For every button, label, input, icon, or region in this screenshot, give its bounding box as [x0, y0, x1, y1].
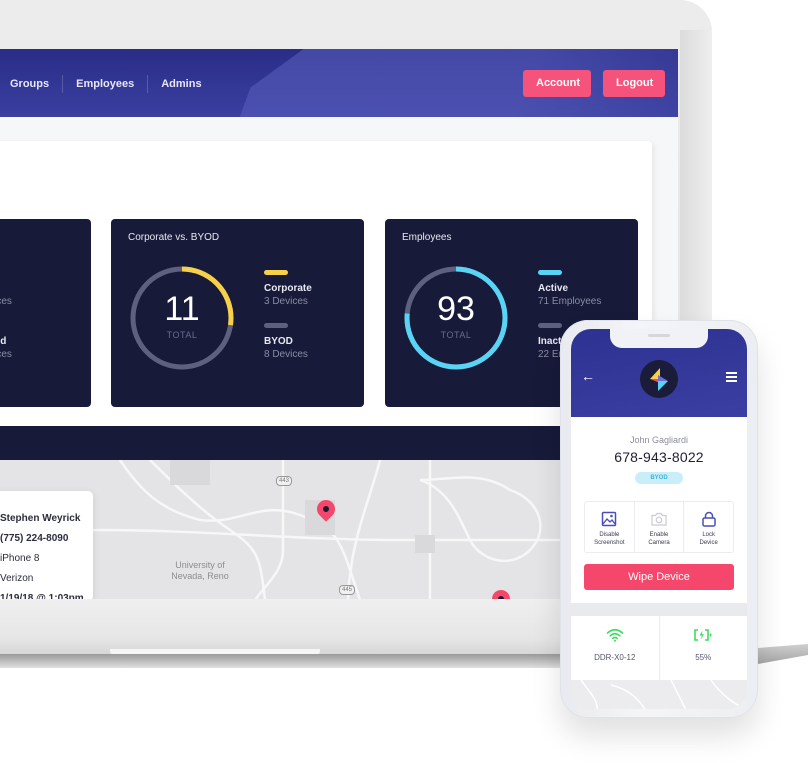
legend-item: iOS 3 Devices — [0, 270, 12, 309]
os-stat-card: iOS 3 Devices Android 8 Devices — [0, 219, 91, 407]
route-shield: 443 — [276, 476, 293, 486]
phone-mockup: ← John Gagliardi 678-943-8022 BYOD Disab… — [560, 320, 758, 718]
phone-user-name: John Gagliardi — [629, 435, 689, 445]
popup-device: iPhone 8 — [0, 553, 40, 564]
donut-total: 11 — [164, 290, 200, 328]
device-actions: Disable Screenshot Enable Camera Lock De… — [584, 501, 734, 553]
legend-swatch — [264, 323, 288, 328]
legend-swatch — [264, 270, 288, 275]
hamburger-menu-icon[interactable] — [726, 372, 737, 384]
donut-total-label: TOTAL — [440, 330, 472, 340]
network-name: DDR-X0-12 — [594, 653, 636, 662]
legend-value: 8 Devices — [0, 349, 12, 360]
account-button[interactable]: Account — [523, 70, 591, 97]
image-icon — [602, 511, 617, 527]
wipe-device-button[interactable]: Wipe Device — [584, 564, 734, 590]
battery-charging-icon — [694, 629, 712, 641]
legend-name: Android — [0, 336, 7, 347]
map-place-label: University of Nevada, Reno — [171, 560, 229, 581]
donut-total: 93 — [437, 290, 475, 328]
popup-carrier: Verizon — [0, 573, 34, 584]
legend-value: 3 Devices — [0, 296, 12, 307]
legend-item: Corporate 3 Devices — [264, 270, 312, 309]
phone-device-detail: John Gagliardi 678-943-8022 BYOD Disable… — [571, 417, 747, 603]
battery-status: 55% — [660, 616, 748, 680]
enable-camera-button[interactable]: Enable Camera — [635, 502, 685, 552]
donut-total-label: TOTAL — [166, 330, 198, 340]
nav-link-groups[interactable]: Groups — [10, 75, 64, 93]
top-navbar: Groups Employees Admins Account Logout — [0, 49, 678, 117]
phone-status-row: DDR-X0-12 55% — [571, 616, 747, 680]
mockup-stage: Groups Employees Admins Account Logout 4… — [0, 0, 808, 763]
action-label: Device — [699, 540, 718, 546]
phone-user-number: 678-943-8022 — [614, 449, 704, 465]
lock-icon — [701, 511, 716, 527]
legend-item: BYOD 8 Devices — [264, 323, 312, 362]
network-status: DDR-X0-12 — [571, 616, 660, 680]
legend-swatch — [538, 270, 562, 275]
ownership-legend: Corporate 3 Devices BYOD 8 Devices — [264, 270, 312, 376]
action-label: Screenshot — [594, 540, 625, 546]
nav-link-employees[interactable]: Employees — [63, 75, 149, 93]
phone-screen: ← John Gagliardi 678-943-8022 BYOD Disab… — [571, 329, 747, 709]
ownership-badge: BYOD — [635, 472, 683, 484]
card-title: Employees — [402, 232, 452, 243]
action-label: Lock — [702, 532, 716, 538]
lock-device-button[interactable]: Lock Device — [684, 502, 733, 552]
legend-name: Active — [538, 283, 569, 294]
camera-icon — [651, 512, 667, 526]
logout-button[interactable]: Logout — [603, 70, 665, 97]
wifi-icon — [606, 628, 624, 642]
legend-value: 71 Employees — [538, 296, 602, 307]
app-logo — [640, 360, 678, 398]
card-title: Corporate vs. BYOD — [128, 232, 220, 243]
legend-item: Android 8 Devices — [0, 323, 12, 362]
phone-map-preview — [571, 679, 747, 709]
phone-map-roads — [580, 679, 747, 709]
popup-user-name: Stephen Weyrick — [0, 513, 81, 524]
legend-value: 3 Devices — [264, 296, 308, 307]
legend-name: iOS — [0, 282, 12, 295]
disable-screenshot-button[interactable]: Disable Screenshot — [585, 502, 635, 552]
legend-name: Corporate — [264, 283, 312, 294]
popup-phone: (775) 224-8090 — [0, 533, 69, 544]
action-label: Enable — [649, 532, 669, 538]
os-legend: iOS 3 Devices Android 8 Devices — [0, 270, 12, 376]
action-label: Disable — [599, 532, 620, 538]
back-arrow-icon[interactable]: ← — [581, 369, 595, 383]
phone-notch — [610, 329, 708, 348]
legend-value: 8 Devices — [264, 349, 308, 360]
laptop-edge-right — [758, 644, 808, 664]
ownership-stat-card: Corporate vs. BYOD 11 TOTAL Corporate 3 … — [111, 219, 364, 407]
route-shield: 445 — [339, 585, 356, 595]
battery-level: 55% — [695, 653, 712, 662]
device-info-popup: Stephen Weyrick (775) 224-8090 iPhone 8 … — [0, 491, 93, 600]
legend-name: BYOD — [264, 336, 293, 347]
action-label: Camera — [648, 540, 670, 546]
logo-icon — [650, 368, 668, 391]
nav-link-admins[interactable]: Admins — [148, 75, 214, 93]
legend-swatch — [538, 323, 562, 328]
phone-header: ← — [571, 329, 747, 417]
nav-links: Groups Employees Admins — [10, 75, 215, 93]
legend-item: Active 71 Employees — [538, 270, 601, 309]
